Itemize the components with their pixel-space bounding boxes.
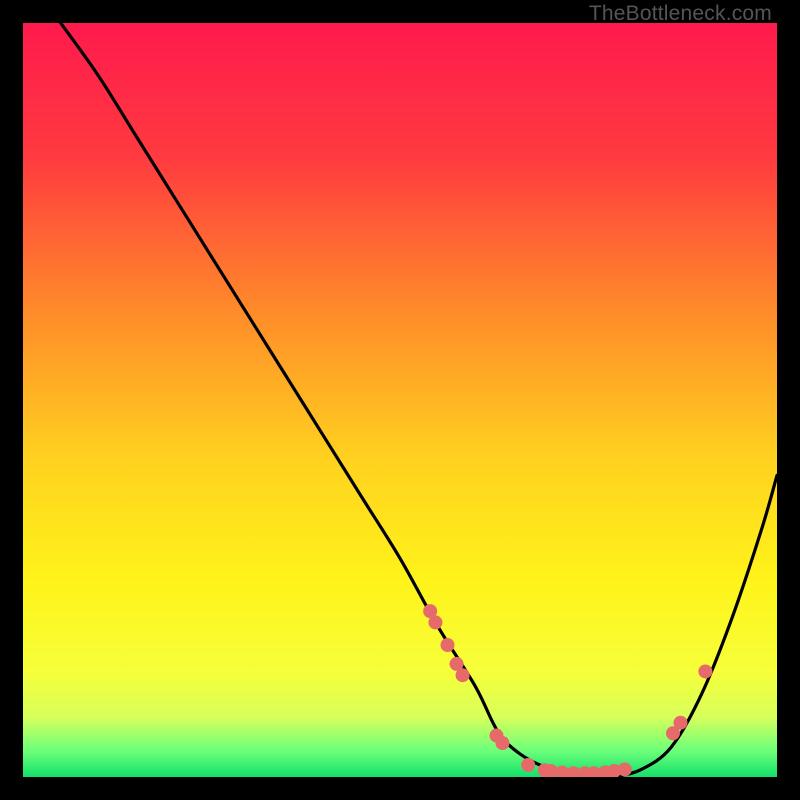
- chart-frame: [23, 23, 777, 777]
- data-point-marker: [521, 758, 535, 772]
- data-point-marker: [441, 638, 455, 652]
- data-point-marker: [456, 668, 470, 682]
- bottleneck-chart: [23, 23, 777, 777]
- data-point-marker: [673, 716, 687, 730]
- data-point-marker: [698, 664, 712, 678]
- data-point-marker: [428, 615, 442, 629]
- data-point-marker: [618, 762, 632, 776]
- data-point-marker: [496, 736, 510, 750]
